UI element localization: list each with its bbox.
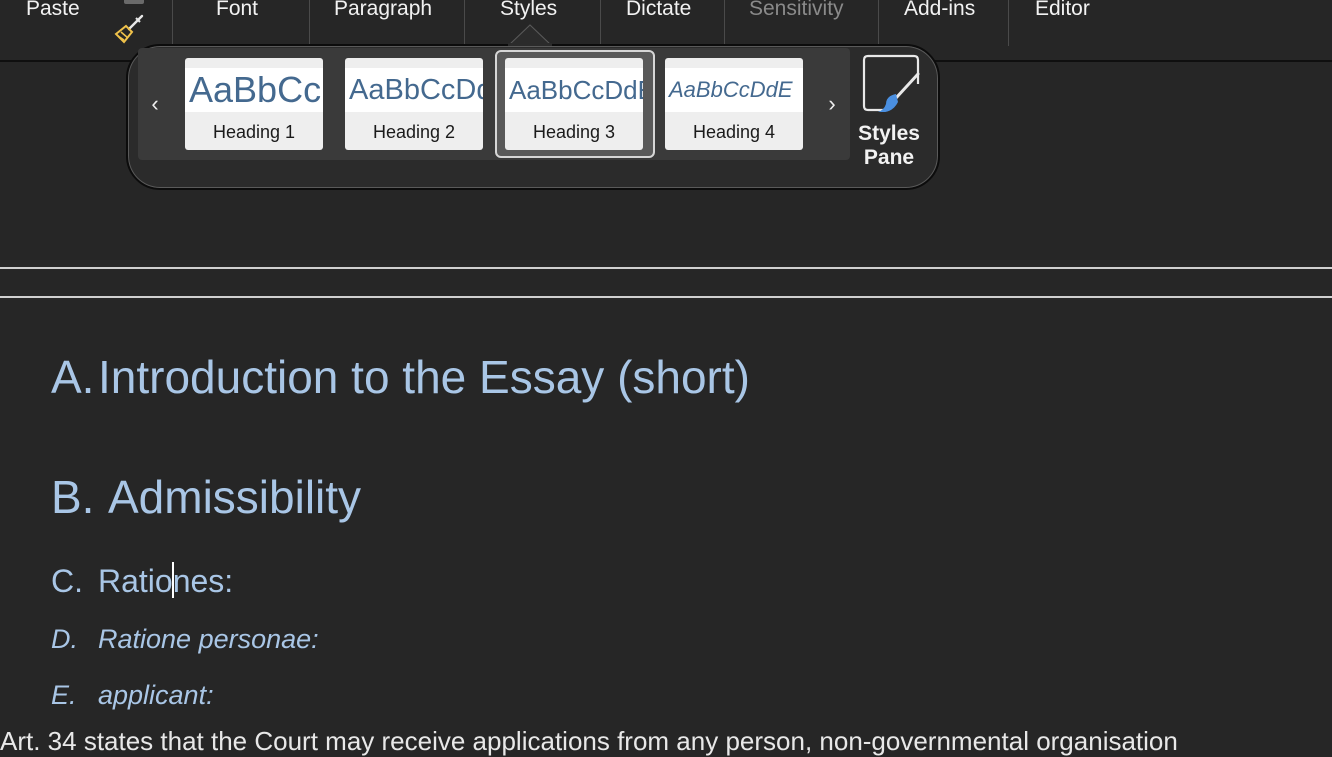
heading-text-start: Ratio xyxy=(98,563,173,599)
heading-text: Admissibility xyxy=(108,471,362,523)
style-name: Heading 4 xyxy=(692,122,776,142)
font-button[interactable]: Font xyxy=(216,0,258,21)
style-tile-heading-3[interactable]: AaBbCcDdE Heading 3 xyxy=(495,50,655,158)
heading-marker: E. xyxy=(51,680,77,710)
gallery-prev-arrow[interactable]: ‹ xyxy=(145,92,165,116)
style-preview: AaBbCcDdE xyxy=(505,68,643,112)
heading-text: Introduction to the Essay (short) xyxy=(98,351,750,403)
paragraph-button[interactable]: Paragraph xyxy=(334,0,432,21)
sensitivity-button[interactable]: Sensitivity xyxy=(749,0,844,21)
heading-b[interactable]: B. Admissibility xyxy=(51,470,361,524)
style-tile-box: AaBbCcDdE Heading 1 xyxy=(185,58,323,150)
style-tile-box: AaBbCcDdE Heading 2 xyxy=(345,58,483,150)
gallery-next-arrow[interactable]: › xyxy=(822,92,842,116)
popover-caret xyxy=(508,24,552,46)
style-name: Heading 3 xyxy=(532,122,616,142)
heading-text: applicant: xyxy=(98,680,214,710)
heading-a[interactable]: A.Introduction to the Essay (short) xyxy=(51,350,750,404)
heading-marker: C. xyxy=(51,563,83,599)
ribbon-separator xyxy=(600,0,601,46)
paintbrush-icon[interactable] xyxy=(112,14,146,46)
addins-button[interactable]: Add-ins xyxy=(904,0,975,21)
style-name: Heading 1 xyxy=(212,122,296,142)
ribbon-separator xyxy=(464,0,465,46)
heading-marker: A. xyxy=(51,351,95,403)
ribbon-separator xyxy=(309,0,310,46)
heading-e[interactable]: E. applicant: xyxy=(51,680,214,711)
styles-pane-label-line1: Styles xyxy=(858,122,920,145)
styles-pane-label-line2: Pane xyxy=(863,146,915,169)
ribbon-separator xyxy=(878,0,879,46)
paste-button[interactable]: Paste xyxy=(26,0,80,21)
heading-text: Ratione personae: xyxy=(98,624,319,654)
style-preview: AaBbCcDdE xyxy=(665,68,803,112)
heading-c[interactable]: C. Rationes: xyxy=(51,562,233,600)
heading-marker: D. xyxy=(51,624,78,654)
editor-button[interactable]: Editor xyxy=(1035,0,1090,21)
body-paragraph-partial[interactable]: Art. 34 states that the Court may receiv… xyxy=(0,726,1178,757)
heading-d[interactable]: D. Ratione personae: xyxy=(51,624,319,655)
styles-pane-button[interactable]: Styles Pane xyxy=(854,52,924,172)
styles-pane-label: Styles Pane xyxy=(854,122,924,170)
dictate-button[interactable]: Dictate xyxy=(626,0,691,21)
heading-text-end: nes: xyxy=(172,563,234,599)
style-tile-heading-1[interactable]: AaBbCcDdE Heading 1 xyxy=(185,58,323,150)
ribbon-separator xyxy=(724,0,725,46)
page-header-line xyxy=(0,267,1332,269)
heading-marker: B. xyxy=(51,471,95,523)
paste-icon-stub xyxy=(124,0,144,4)
paintbrush-pane-icon xyxy=(862,54,920,112)
style-tile-heading-4[interactable]: AaBbCcDdE Heading 4 xyxy=(665,58,803,150)
page-header-line xyxy=(0,296,1332,298)
style-name: Heading 2 xyxy=(372,122,456,142)
style-tile-heading-2[interactable]: AaBbCcDdE Heading 2 xyxy=(345,58,483,150)
style-preview: AaBbCcDdE xyxy=(345,68,483,112)
ribbon-separator xyxy=(1008,0,1009,46)
style-tile-box: AaBbCcDdE Heading 3 xyxy=(505,58,643,150)
ribbon-separator xyxy=(172,0,173,46)
style-preview: AaBbCcDdE xyxy=(185,68,323,112)
style-tile-box: AaBbCcDdE Heading 4 xyxy=(665,58,803,150)
styles-button[interactable]: Styles xyxy=(500,0,557,21)
